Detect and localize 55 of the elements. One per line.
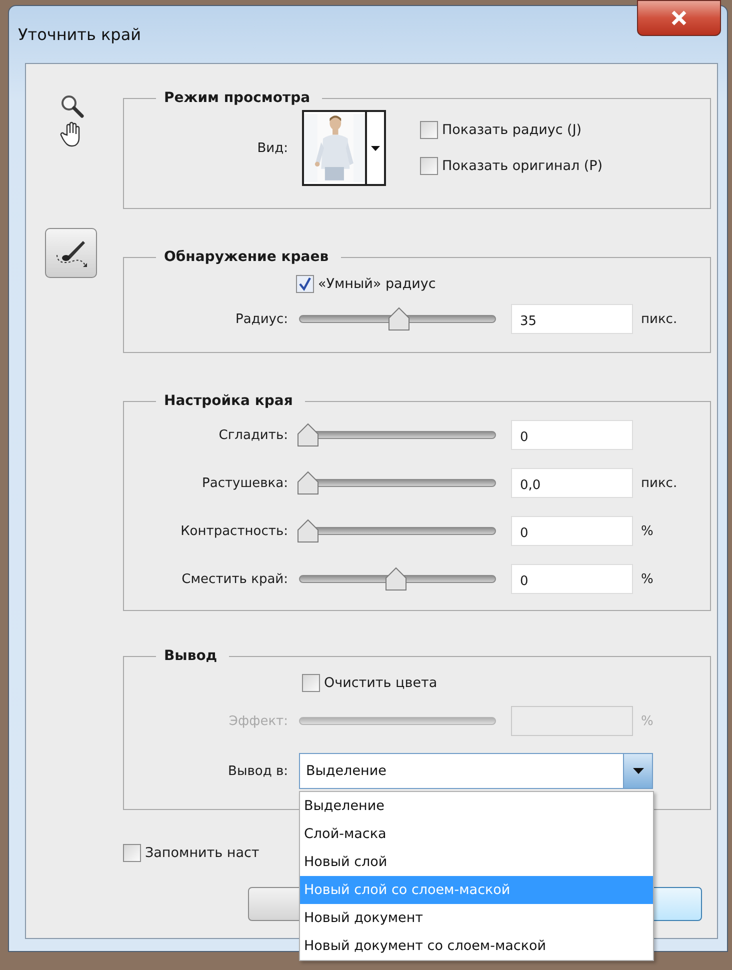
- unit-label: пикс.: [641, 476, 678, 490]
- dropdown-option[interactable]: Выделение: [300, 792, 653, 820]
- checkbox-label: «Умный» радиус: [318, 276, 436, 292]
- view-dropdown[interactable]: [302, 110, 386, 186]
- slider[interactable]: [299, 423, 496, 447]
- dropdown-option[interactable]: Новый документ со слоем-маской: [300, 932, 653, 960]
- slider-thumb[interactable]: [297, 423, 319, 447]
- search-icon: [60, 94, 84, 118]
- checkbox-label: Запомнить наст: [145, 845, 260, 861]
- checkbox[interactable]: [420, 157, 438, 175]
- slider[interactable]: [299, 471, 496, 495]
- dropdown-option[interactable]: Слой-маска: [300, 820, 653, 848]
- group-title: Обнаружение краев: [163, 249, 330, 265]
- unit-label: пикс.: [641, 312, 678, 326]
- slider-label: Радиус:: [234, 312, 288, 326]
- checkbox[interactable]: [296, 275, 314, 293]
- slider[interactable]: [299, 307, 496, 331]
- caret-icon: [632, 768, 644, 774]
- checkbox-label: Показать оригинал (P): [442, 158, 603, 174]
- slider[interactable]: [299, 519, 496, 543]
- slider-thumb[interactable]: [384, 567, 406, 591]
- value-field[interactable]: 0: [511, 420, 633, 450]
- slider-label: Эффект:: [228, 714, 288, 728]
- value-field[interactable]: 35: [511, 304, 633, 334]
- window-title: Уточнить край: [18, 25, 142, 44]
- unit-label: %: [641, 572, 654, 586]
- slider-label: Контрастность:: [180, 524, 288, 538]
- checkbox[interactable]: [420, 121, 438, 139]
- unit-label: %: [641, 714, 654, 728]
- close-button[interactable]: [637, 0, 721, 36]
- slider-label: Сместить край:: [180, 572, 288, 586]
- tool-button[interactable]: [44, 228, 96, 278]
- close-icon: [670, 10, 688, 26]
- group-title: Настройка края: [163, 393, 294, 409]
- checkbox-label: Показать радиус (J): [442, 122, 582, 138]
- caret-icon: [370, 146, 380, 150]
- slider-label: Растушевка:: [201, 476, 288, 490]
- view-label: Вид:: [256, 140, 288, 156]
- slider-thumb[interactable]: [297, 471, 319, 495]
- slider-thumb[interactable]: [297, 519, 319, 543]
- slider[interactable]: [299, 567, 496, 591]
- group-title: Режим просмотра: [163, 90, 312, 106]
- value-field[interactable]: 0,0: [511, 468, 633, 498]
- checkbox[interactable]: [123, 844, 141, 862]
- checkbox-label: Очистить цвета: [324, 675, 438, 691]
- output-label: Вывод в:: [227, 764, 288, 778]
- value-field[interactable]: 0: [511, 516, 633, 546]
- unit-label: %: [641, 524, 654, 538]
- value-field[interactable]: 0: [511, 564, 633, 594]
- slider-thumb[interactable]: [388, 307, 410, 331]
- dropdown-option[interactable]: Новый слой: [300, 848, 653, 876]
- group-title: Вывод: [163, 648, 218, 664]
- checkbox[interactable]: [302, 674, 320, 692]
- slider-label: Сгладить:: [218, 428, 288, 442]
- dropdown-option[interactable]: Новый документ: [300, 904, 653, 932]
